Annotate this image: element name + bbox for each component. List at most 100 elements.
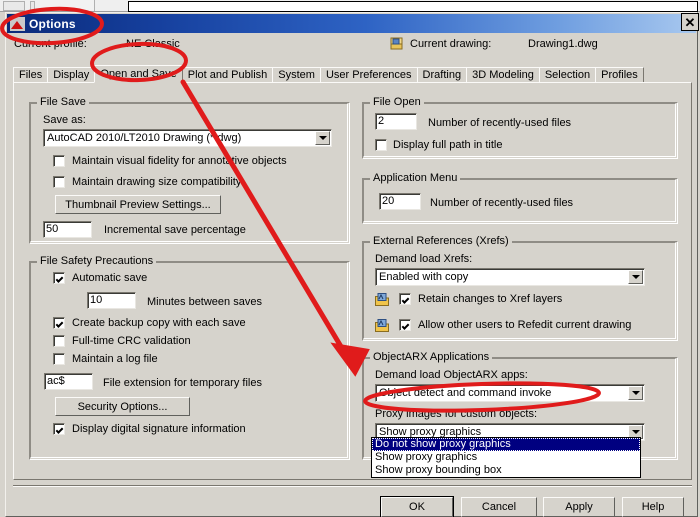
label-maintain-log-file: Maintain a log file bbox=[72, 353, 158, 365]
tab-selection[interactable]: Selection bbox=[538, 67, 597, 83]
save-as-combo[interactable]: AutoCAD 2010/LT2010 Drawing (*.dwg) bbox=[43, 129, 332, 147]
temp-file-extension-label: File extension for temporary files bbox=[103, 377, 262, 389]
current-drawing-value: Drawing1.dwg bbox=[528, 38, 598, 50]
tab-plot-and-publish[interactable]: Plot and Publish bbox=[181, 67, 274, 83]
xref-drawing-icon bbox=[375, 293, 389, 306]
label-display-digital-signature: Display digital signature information bbox=[72, 423, 246, 435]
demand-load-xrefs-value: Enabled with copy bbox=[379, 271, 469, 283]
help-button[interactable]: Help bbox=[622, 497, 684, 517]
tab-label: System bbox=[278, 69, 315, 81]
tab-profiles[interactable]: Profiles bbox=[595, 67, 644, 83]
tab-strip[interactable]: Files Display Open and Save Plot and Pub… bbox=[13, 65, 690, 83]
security-options-button[interactable]: Security Options... bbox=[55, 397, 190, 416]
demand-load-objectarx-value: Object detect and command invoke bbox=[379, 387, 552, 399]
background-toolbar-group-3 bbox=[40, 0, 95, 11]
close-icon[interactable]: ✕ bbox=[681, 13, 699, 31]
tab-drafting[interactable]: Drafting bbox=[416, 67, 468, 83]
checkbox-maintain-drawing-size[interactable] bbox=[53, 176, 65, 188]
xref-drawing-icon bbox=[375, 319, 389, 332]
current-profile-value: NE Classic bbox=[126, 38, 180, 50]
checkbox-create-backup-copy[interactable] bbox=[53, 317, 65, 329]
group-label-file-open: File Open bbox=[370, 96, 424, 108]
background-app-toolbar bbox=[0, 0, 700, 12]
checkbox-retain-xref-changes[interactable] bbox=[399, 293, 411, 305]
incremental-save-percentage-input[interactable]: 50 bbox=[43, 221, 92, 238]
options-dialog: Options ✕ Current profile: NE Classic Cu… bbox=[5, 12, 699, 517]
thumbnail-preview-settings-label: Thumbnail Preview Settings... bbox=[65, 198, 211, 211]
minutes-between-saves-input[interactable]: 10 bbox=[87, 292, 136, 309]
checkbox-crc-validation[interactable] bbox=[53, 335, 65, 347]
tab-label: 3D Modeling bbox=[472, 69, 534, 81]
label-create-backup-copy: Create backup copy with each save bbox=[72, 317, 246, 329]
temp-file-extension-input[interactable]: ac$ bbox=[44, 373, 93, 390]
tab-label: Display bbox=[53, 69, 90, 81]
current-profile-label: Current profile: bbox=[14, 38, 87, 50]
dialog-title-bar[interactable]: Options ✕ bbox=[7, 13, 699, 33]
file-open-recent-files-input[interactable]: 2 bbox=[375, 113, 417, 130]
cancel-button[interactable]: Cancel bbox=[461, 497, 537, 517]
demand-load-objectarx-combo[interactable]: Object detect and command invoke bbox=[375, 384, 645, 402]
background-toolbar-group-2 bbox=[30, 1, 35, 11]
checkbox-display-digital-signature[interactable] bbox=[53, 423, 65, 435]
incremental-save-percentage-label: Incremental save percentage bbox=[104, 224, 246, 236]
app-menu-recent-files-label: Number of recently-used files bbox=[430, 197, 574, 209]
dialog-title: Options bbox=[29, 16, 76, 31]
checkbox-maintain-visual-fidelity[interactable] bbox=[53, 155, 65, 167]
tab-files[interactable]: Files bbox=[13, 67, 49, 83]
group-file-open: File Open 2 Number of recently-used file… bbox=[362, 96, 678, 159]
help-button-label: Help bbox=[641, 501, 665, 513]
dropdown-option[interactable]: Show proxy bounding box bbox=[372, 464, 640, 477]
dropdown-option[interactable]: Show proxy graphics bbox=[372, 451, 640, 464]
group-label-file-save: File Save bbox=[37, 96, 89, 108]
dropdown-option[interactable]: Do not show proxy graphics bbox=[372, 438, 640, 451]
group-file-save: File Save Save as: AutoCAD 2010/LT2010 D… bbox=[29, 96, 350, 244]
chevron-down-icon[interactable] bbox=[628, 270, 643, 284]
label-automatic-save: Automatic save bbox=[72, 272, 148, 284]
background-input-field bbox=[128, 1, 698, 12]
group-label-external-references: External References (Xrefs) bbox=[370, 235, 512, 247]
label-maintain-drawing-size: Maintain drawing size compatibility bbox=[72, 176, 242, 188]
tab-label: Plot and Publish bbox=[187, 69, 268, 81]
group-label-file-safety: File Safety Precautions bbox=[37, 255, 157, 267]
chevron-down-icon[interactable] bbox=[628, 386, 643, 400]
tab-system[interactable]: System bbox=[272, 67, 321, 83]
tab-label: User Preferences bbox=[325, 69, 412, 81]
tab-3d-modeling[interactable]: 3D Modeling bbox=[466, 67, 540, 83]
tab-label: Profiles bbox=[601, 69, 638, 81]
group-external-references: External References (Xrefs) Demand load … bbox=[362, 235, 678, 341]
checkbox-allow-refedit[interactable] bbox=[399, 319, 411, 331]
group-application-menu: Application Menu 20 Number of recently-u… bbox=[362, 172, 678, 224]
group-file-safety-precautions: File Safety Precautions Automatic save 1… bbox=[29, 255, 350, 460]
checkbox-automatic-save[interactable] bbox=[53, 272, 65, 284]
file-open-recent-files-label: Number of recently-used files bbox=[428, 117, 572, 129]
profile-row: Current profile: NE Classic Current draw… bbox=[6, 34, 697, 54]
current-drawing-label: Current drawing: bbox=[410, 38, 492, 50]
drawing-file-icon bbox=[390, 37, 404, 51]
thumbnail-preview-settings-button[interactable]: Thumbnail Preview Settings... bbox=[55, 195, 221, 214]
checkbox-display-full-path[interactable] bbox=[375, 139, 387, 151]
security-options-label: Security Options... bbox=[77, 400, 168, 413]
demand-load-objectarx-label: Demand load ObjectARX apps: bbox=[375, 369, 528, 381]
apply-button[interactable]: Apply bbox=[543, 497, 615, 517]
tab-label: Files bbox=[19, 69, 43, 81]
tab-label: Selection bbox=[544, 69, 591, 81]
apply-button-label: Apply bbox=[565, 501, 593, 513]
demand-load-xrefs-combo[interactable]: Enabled with copy bbox=[375, 268, 645, 286]
label-crc-validation: Full-time CRC validation bbox=[72, 335, 191, 347]
save-as-label: Save as: bbox=[43, 114, 86, 126]
cancel-button-label: Cancel bbox=[481, 501, 517, 513]
proxy-images-dropdown-list[interactable]: Do not show proxy graphics Show proxy gr… bbox=[371, 437, 641, 478]
app-menu-recent-files-input[interactable]: 20 bbox=[379, 193, 421, 210]
minutes-between-saves-label: Minutes between saves bbox=[147, 296, 262, 308]
tab-display[interactable]: Display bbox=[47, 67, 96, 83]
group-label-objectarx: ObjectARX Applications bbox=[370, 351, 493, 363]
tab-open-and-save[interactable]: Open and Save bbox=[94, 65, 183, 83]
checkbox-maintain-log-file[interactable] bbox=[53, 353, 65, 365]
footer-separator bbox=[13, 485, 692, 487]
tab-user-preferences[interactable]: User Preferences bbox=[319, 67, 418, 83]
tab-panel-open-and-save: File Save Save as: AutoCAD 2010/LT2010 D… bbox=[13, 82, 692, 480]
label-display-full-path: Display full path in title bbox=[393, 139, 503, 151]
proxy-images-label: Proxy images for custom objects: bbox=[375, 408, 538, 420]
ok-button[interactable]: OK bbox=[380, 496, 454, 517]
chevron-down-icon[interactable] bbox=[315, 131, 330, 145]
